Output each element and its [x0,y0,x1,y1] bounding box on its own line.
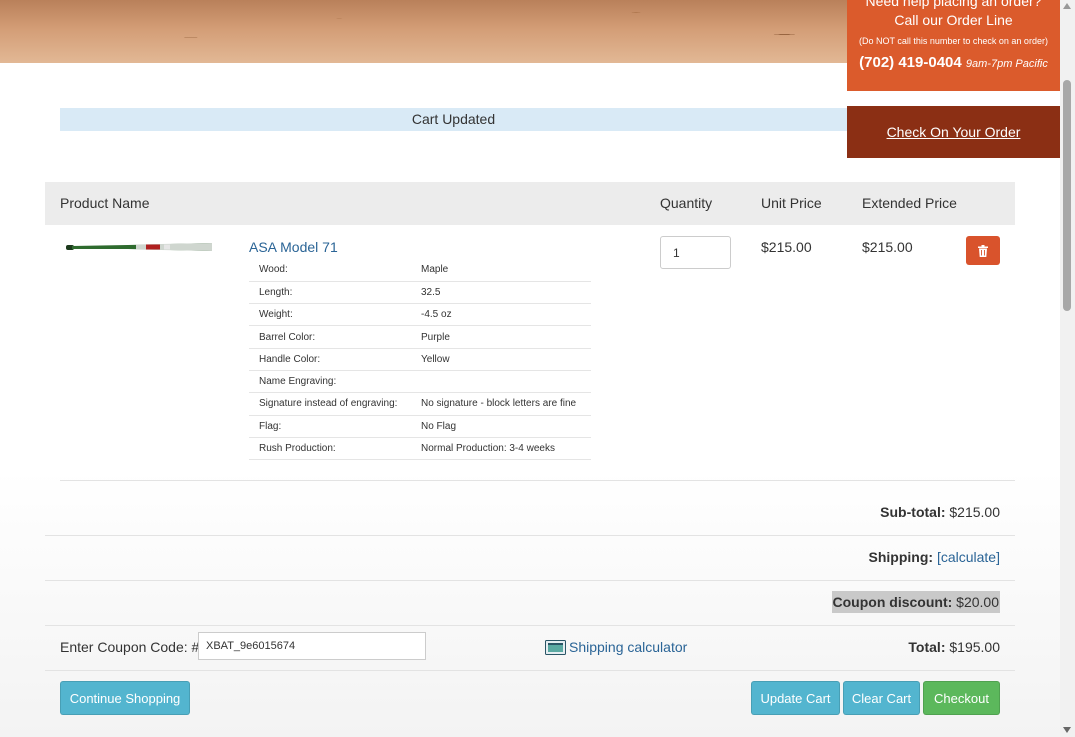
option-value: No signature - block letters are fine [411,392,591,416]
option-label: Name Engraving: [249,370,411,394]
shipping-calculate-link[interactable]: [calculate] [937,549,1000,565]
option-row: Wood: Maple [249,259,591,282]
coupon-discount-highlight: Coupon discount: $20.00 [831,591,1000,613]
shipping-calculator-link[interactable]: Shipping calculator [545,639,687,655]
option-row: Rush Production: Normal Production: 3-4 w… [249,437,591,461]
header-unit-price: Unit Price [761,195,822,211]
option-label: Rush Production: [249,437,411,461]
option-label: Wood: [249,259,411,282]
shipping-label: Shipping: [868,549,934,565]
option-value: 32.5 [411,281,591,305]
subtotal-row: Sub-total: $215.00 [880,504,1000,520]
order-help-box: Need help placing an order? Call our Ord… [847,0,1060,91]
page-scrollbar[interactable] [1060,0,1075,737]
update-cart-button[interactable]: Update Cart [751,681,840,715]
clear-cart-button[interactable]: Clear Cart [843,681,920,715]
help-heading: Need help placing an order? [865,0,1042,9]
scroll-up-arrow-icon[interactable] [1063,3,1071,9]
total-value: $195.00 [949,639,1000,655]
scroll-down-arrow-icon[interactable] [1063,727,1071,733]
help-subheading: Call our Order Line [894,12,1013,28]
product-options: Wood: Maple Length: 32.5 Weight: -4.5 oz Ba… [249,259,591,461]
header-quantity: Quantity [660,195,713,211]
coupon-discount-value: $20.00 [956,594,999,610]
option-label: Length: [249,281,411,305]
subtotal-value: $215.00 [949,504,1000,520]
divider [45,580,1015,581]
option-label: Barrel Color: [249,325,411,349]
option-value: No Flag [411,415,591,438]
continue-shopping-button[interactable]: Continue Shopping [60,681,190,715]
divider [60,480,1015,481]
quantity-input[interactable] [660,236,731,269]
coupon-code-label: Enter Coupon Code: # [60,639,200,655]
option-value [411,370,591,394]
divider [45,625,1015,626]
coupon-discount-row: Coupon discount: $20.00 [831,591,1000,613]
divider [45,535,1015,536]
check-order-link[interactable]: Check On Your Order [847,106,1060,158]
option-value: -4.5 oz [411,303,591,327]
option-value: Normal Production: 3-4 weeks [411,437,591,461]
subtotal-label: Sub-total: [880,504,946,520]
unit-price: $215.00 [761,239,812,255]
option-row: Handle Color: Yellow [249,348,591,371]
option-value: Purple [411,325,591,349]
total-row: Total: $195.00 [908,639,1000,655]
coupon-discount-label: Coupon discount: [832,594,953,610]
calculator-icon [545,639,566,655]
coupon-code-input[interactable] [198,632,426,660]
cart-updated-alert: Cart Updated [60,108,847,131]
extended-price: $215.00 [862,239,913,255]
shipping-calculator-label[interactable]: Shipping calculator [569,639,687,655]
phone-hours: 9am-7pm Pacific [965,58,1048,70]
header-extended-price: Extended Price [862,195,957,211]
help-note: (Do NOT call this number to check on an … [859,36,1048,46]
option-row: Name Engraving: [249,370,591,394]
option-label: Handle Color: [249,348,411,371]
header-product-name: Product Name [60,195,150,211]
bat-image[interactable] [66,240,212,254]
order-phone[interactable]: (702) 419-0404 9am-7pm Pacific [847,54,1060,71]
shipping-row: Shipping: [calculate] [869,549,1000,565]
remove-item-button[interactable] [966,236,1000,265]
option-row: Barrel Color: Purple [249,325,591,349]
phone-number[interactable]: (702) 419-0404 [859,54,962,71]
option-row: Weight: -4.5 oz [249,303,591,327]
product-name-link[interactable]: ASA Model 71 [249,239,338,255]
total-label: Total: [908,639,946,655]
divider [45,670,1015,671]
option-label: Signature instead of engraving: [249,392,411,416]
option-row: Length: 32.5 [249,281,591,305]
option-label: Flag: [249,415,411,438]
trash-icon [978,244,988,257]
option-label: Weight: [249,303,411,327]
cart-table-header: Product Name Quantity Unit Price Extende… [45,182,1015,225]
scroll-thumb[interactable] [1063,80,1071,311]
checkout-button[interactable]: Checkout [923,681,1000,715]
option-row: Flag: No Flag [249,415,591,438]
option-row: Signature instead of engraving: No signat… [249,392,591,416]
option-value: Yellow [411,348,591,371]
option-value: Maple [411,259,591,282]
